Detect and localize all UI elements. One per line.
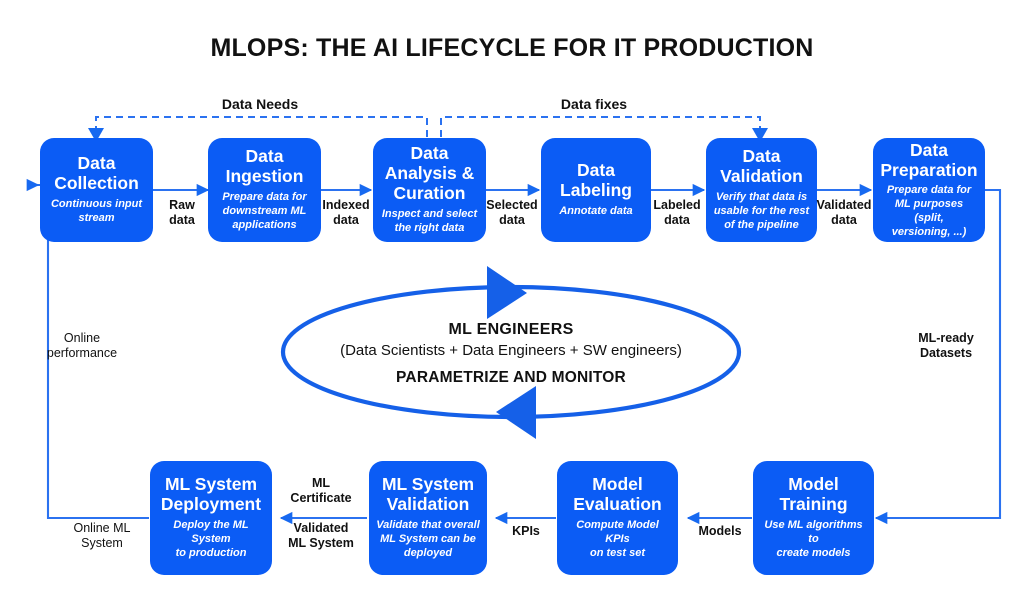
box-subtitle: Annotate data: [559, 205, 633, 218]
path-data-fixes: [440, 116, 761, 137]
box-title: Data Ingestion: [225, 146, 304, 187]
box-title: Data Collection: [54, 153, 139, 194]
box-subtitle: Use ML algorithms to create models: [764, 519, 863, 559]
edge-label-selected-data: Selected data: [486, 198, 538, 227]
loop-label-data-fixes: Data fixes: [560, 96, 628, 112]
box-ml-system-deployment[interactable]: ML System Deployment Deploy the ML Syste…: [150, 461, 272, 575]
box-model-evaluation[interactable]: Model Evaluation Compute Model KPIs on t…: [557, 461, 678, 575]
edge-label-raw-data: Raw data: [169, 198, 195, 227]
edge-label-models: Models: [698, 524, 742, 538]
box-data-labeling[interactable]: Data Labeling Annotate data: [541, 138, 651, 242]
box-subtitle: Compute Model KPIs on test set: [576, 519, 659, 559]
box-title: Data Preparation: [880, 139, 978, 180]
edge-label-validated-ml-system: Validated ML System: [288, 521, 354, 550]
box-subtitle: Deploy the ML System to production: [173, 519, 249, 559]
box-data-analysis-curation[interactable]: Data Analysis & Curation Inspect and sel…: [373, 138, 486, 242]
center-action: PARAMETRIZE AND MONITOR: [396, 369, 626, 386]
box-title: Model Training: [779, 474, 848, 515]
box-title: Data Validation: [720, 146, 803, 187]
edge-label-online-performance: Online performance: [46, 331, 118, 360]
edge-label-validated-data: Validated data: [816, 198, 872, 227]
box-subtitle: Prepare data for ML purposes (split, ver…: [886, 184, 972, 238]
edge-label-indexed-data: Indexed data: [322, 198, 370, 227]
box-model-training[interactable]: Model Training Use ML algorithms to crea…: [753, 461, 874, 575]
box-title: Data Analysis & Curation: [384, 143, 475, 204]
box-data-preparation[interactable]: Data Preparation Prepare data for ML pur…: [873, 138, 985, 242]
box-subtitle: Continuous input stream: [50, 198, 143, 224]
edge-label-ml-ready-datasets: ML-ready Datasets: [918, 331, 974, 360]
edge-label-ml-certificate: ML Certificate: [290, 476, 352, 505]
box-title: Data Labeling: [560, 160, 632, 201]
diagram-canvas: MLOPS: THE AI LIFECYCLE FOR IT PRODUCTIO…: [0, 0, 1024, 593]
box-subtitle: Validate that overall ML System can be d…: [376, 519, 480, 559]
box-ml-system-validation[interactable]: ML System Validation Validate that overa…: [369, 461, 487, 575]
box-title: ML System Validation: [381, 474, 475, 515]
box-data-validation[interactable]: Data Validation Verify that data is usab…: [706, 138, 817, 242]
box-data-ingestion[interactable]: Data Ingestion Prepare data for downstre…: [208, 138, 321, 242]
center-subtitle: (Data Scientists + Data Engineers + SW e…: [340, 342, 682, 359]
box-subtitle: Inspect and select the right data: [381, 208, 478, 234]
edge-label-kpis: KPIs: [512, 524, 540, 538]
center-title: ML ENGINEERS: [448, 321, 574, 338]
box-subtitle: Verify that data is usable for the rest …: [713, 191, 810, 231]
edge-label-online-ml-system: Online ML System: [73, 521, 131, 550]
box-data-collection[interactable]: Data Collection Continuous input stream: [40, 138, 153, 242]
edge-label-labeled-data: Labeled data: [653, 198, 701, 227]
box-title: Model Evaluation: [573, 474, 662, 515]
box-subtitle: Prepare data for downstream ML applicati…: [222, 191, 307, 231]
box-title: ML System Deployment: [160, 474, 262, 515]
path-data-needs: [95, 116, 428, 137]
loop-label-data-needs: Data Needs: [221, 96, 299, 112]
